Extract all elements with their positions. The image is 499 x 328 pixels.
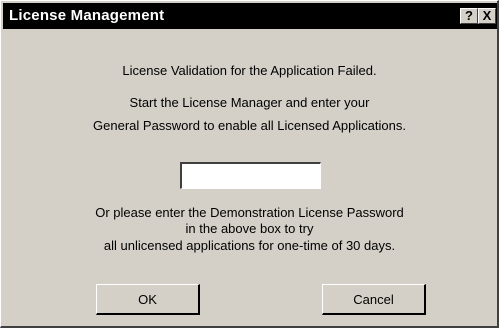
general-password-text: General Password to enable all Licensed …: [93, 118, 406, 133]
dialog-title: License Management: [9, 7, 165, 24]
validation-failed-text: License Validation for the Application F…: [122, 63, 377, 78]
help-button[interactable]: ?: [460, 8, 478, 24]
demo-password-text: Or please enter the Demonstration Licens…: [95, 205, 404, 220]
license-dialog: License Management ? X License Validatio…: [0, 0, 499, 328]
ok-button[interactable]: OK: [96, 284, 200, 315]
help-icon: ?: [465, 8, 473, 23]
demo-try-text: in the above box to try: [185, 221, 314, 236]
cancel-button[interactable]: Cancel: [322, 284, 426, 315]
start-manager-text: Start the License Manager and enter your: [129, 95, 370, 110]
demo-duration-text: all unlicensed applications for one-time…: [103, 238, 396, 253]
password-input[interactable]: [180, 162, 321, 189]
close-icon: X: [482, 8, 492, 23]
title-bar[interactable]: License Management ? X: [3, 3, 497, 29]
close-button[interactable]: X: [478, 8, 496, 24]
